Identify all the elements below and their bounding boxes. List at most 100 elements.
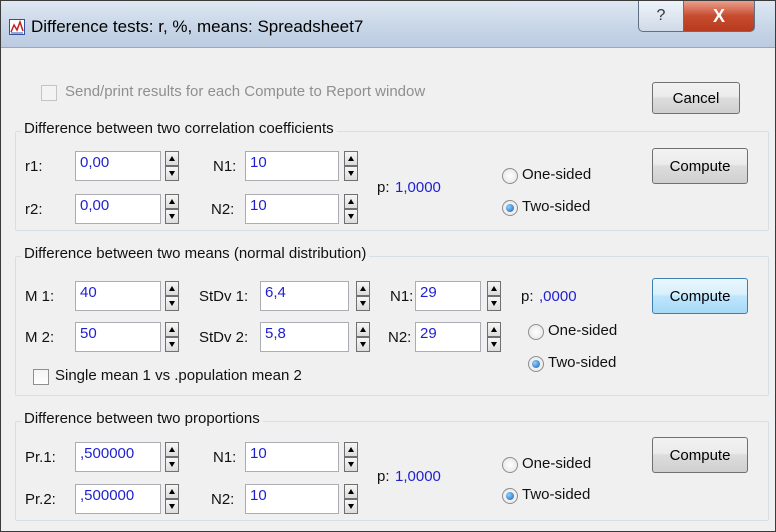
corr-p-label: p: [377,179,390,196]
means-p-label: p: [521,288,534,305]
means-n2-input[interactable]: 29 [415,322,481,352]
corr-compute-button[interactable]: Compute [652,148,748,184]
spin-down-icon[interactable] [165,209,179,224]
help-button[interactable]: ? [638,1,684,32]
means-n2-spinner[interactable] [487,322,501,352]
r2-spinner[interactable] [165,194,179,224]
corr-n2-spinner[interactable] [344,194,358,224]
sd2-input[interactable]: 5,8 [260,322,349,352]
sd2-label: StDv 2: [199,329,249,346]
spin-down-icon[interactable] [165,457,179,472]
title-bar[interactable]: Difference tests: r, %, means: Spreadshe… [1,1,775,48]
spin-up-icon[interactable] [487,322,501,337]
r2-input[interactable]: 0,00 [75,194,161,224]
means-compute-button[interactable]: Compute [652,278,748,314]
single-mean-label[interactable]: Single mean 1 vs .population mean 2 [55,367,302,384]
m1-input[interactable]: 40 [75,281,161,311]
r2-label: r2: [25,201,43,218]
prop-n1-spinner[interactable] [344,442,358,472]
spin-down-icon[interactable] [344,457,358,472]
corr-n2-input[interactable]: 10 [245,194,339,224]
means-n1-spinner[interactable] [487,281,501,311]
means-p-value: ,0000 [539,288,577,305]
spin-up-icon[interactable] [344,194,358,209]
prop-compute-button[interactable]: Compute [652,437,748,473]
close-button[interactable]: X [683,1,755,32]
spin-up-icon[interactable] [165,281,179,296]
spin-down-icon[interactable] [344,209,358,224]
send-results-label: Send/print results for each Compute to R… [65,83,426,100]
m1-label: M 1: [25,288,55,305]
sd2-spinner[interactable] [356,322,370,352]
sd1-label: StDv 1: [199,288,249,305]
proportions-group-title: Difference between two proportions [21,410,263,427]
spin-up-icon[interactable] [165,151,179,166]
single-mean-checkbox[interactable] [33,369,49,385]
corr-one-sided-label[interactable]: One-sided [522,166,591,183]
corr-two-sided-label[interactable]: Two-sided [522,198,590,215]
send-results-checkbox[interactable] [41,85,57,101]
prop-n1-input[interactable]: 10 [245,442,339,472]
corr-n1-input[interactable]: 10 [245,151,339,181]
spin-down-icon[interactable] [487,296,501,311]
spin-up-icon[interactable] [344,484,358,499]
pr2-spinner[interactable] [165,484,179,514]
spin-up-icon[interactable] [165,194,179,209]
prop-p-label: p: [377,468,390,485]
pr1-label: Pr.1: [25,449,56,466]
prop-n2-input[interactable]: 10 [245,484,339,514]
spin-down-icon[interactable] [356,296,370,311]
prop-one-sided-label[interactable]: One-sided [522,455,591,472]
prop-one-sided-radio[interactable] [502,457,518,473]
spin-down-icon[interactable] [487,337,501,352]
prop-n2-label: N2: [211,491,235,508]
corr-one-sided-radio[interactable] [502,168,518,184]
window-title: Difference tests: r, %, means: Spreadshe… [31,17,364,36]
spin-down-icon[interactable] [344,499,358,514]
spin-up-icon[interactable] [344,442,358,457]
spin-up-icon[interactable] [165,442,179,457]
spin-up-icon[interactable] [165,322,179,337]
prop-p-value: 1,0000 [395,468,441,485]
r1-label: r1: [25,158,43,175]
sd1-input[interactable]: 6,4 [260,281,349,311]
spin-up-icon[interactable] [165,484,179,499]
sd1-spinner[interactable] [356,281,370,311]
spin-down-icon[interactable] [165,166,179,181]
corr-two-sided-radio[interactable] [502,200,518,216]
pr1-spinner[interactable] [165,442,179,472]
means-n1-input[interactable]: 29 [415,281,481,311]
pr2-label: Pr.2: [25,491,56,508]
prop-two-sided-radio[interactable] [502,488,518,504]
m2-spinner[interactable] [165,322,179,352]
means-one-sided-label[interactable]: One-sided [548,322,617,339]
spin-down-icon[interactable] [165,499,179,514]
pr2-input[interactable]: ,500000 [75,484,161,514]
dialog-window: Difference tests: r, %, means: Spreadshe… [0,0,776,532]
app-chart-icon [9,19,25,35]
means-n2-label: N2: [388,329,412,346]
correlation-group-title: Difference between two correlation coeff… [21,120,337,137]
spin-up-icon[interactable] [356,281,370,296]
means-one-sided-radio[interactable] [528,324,544,340]
spin-down-icon[interactable] [356,337,370,352]
pr1-input[interactable]: ,500000 [75,442,161,472]
spin-up-icon[interactable] [487,281,501,296]
cancel-button[interactable]: Cancel [652,82,740,114]
r1-spinner[interactable] [165,151,179,181]
corr-n1-spinner[interactable] [344,151,358,181]
spin-up-icon[interactable] [356,322,370,337]
m2-input[interactable]: 50 [75,322,161,352]
spin-down-icon[interactable] [344,166,358,181]
prop-n2-spinner[interactable] [344,484,358,514]
corr-n1-label: N1: [213,158,237,175]
spin-up-icon[interactable] [344,151,358,166]
means-group-title: Difference between two means (normal dis… [21,245,370,262]
m1-spinner[interactable] [165,281,179,311]
prop-two-sided-label[interactable]: Two-sided [522,486,590,503]
spin-down-icon[interactable] [165,337,179,352]
spin-down-icon[interactable] [165,296,179,311]
means-two-sided-radio[interactable] [528,356,544,372]
means-two-sided-label[interactable]: Two-sided [548,354,616,371]
r1-input[interactable]: 0,00 [75,151,161,181]
